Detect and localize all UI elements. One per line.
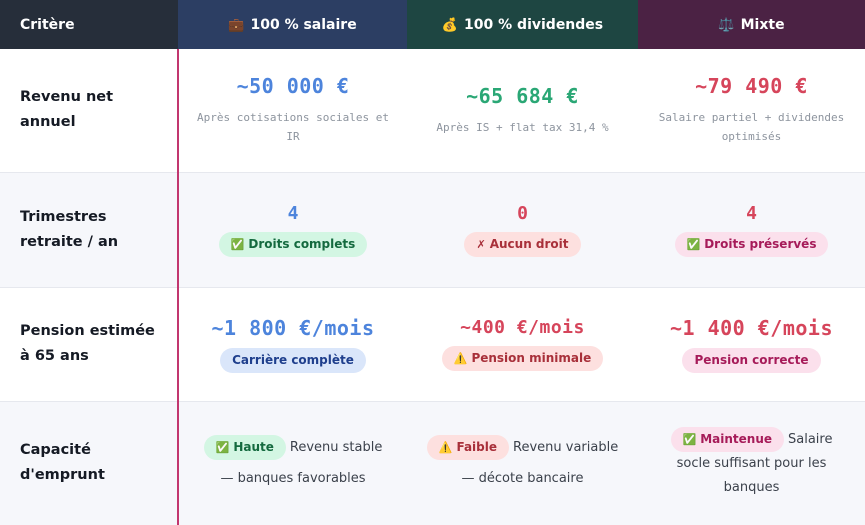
pension-salary-value: ~1 800 €/mois	[211, 315, 375, 340]
check-icon: ✅	[215, 441, 230, 455]
pension-mixed-value: ~1 400 €/mois	[669, 315, 834, 340]
badge-label: Droits préservés	[704, 236, 817, 251]
check-icon: ✅	[686, 237, 701, 251]
balance-scale-icon: ⚖️	[718, 17, 735, 33]
status-badge: Carrière complète	[220, 347, 366, 373]
badge-label: Droits complets	[248, 236, 356, 251]
cell-quarters-dividends: 0 ✗ Aucun droit	[407, 172, 638, 288]
pension-dividends-value: ~400 €/mois	[460, 317, 585, 338]
badge-label: Maintenue	[700, 431, 773, 446]
badge-label: Pension minimale	[471, 351, 592, 365]
status-badge: ✅ Droits préservés	[674, 231, 829, 257]
badge-label: Faible	[456, 440, 498, 455]
cell-pension-salary: ~1 800 €/mois Carrière complète	[178, 287, 407, 402]
cell-pension-dividends: ~400 €/mois ⚠️ Pension minimale	[407, 287, 638, 402]
row-borrowing-label: Capacité d'emprunt	[0, 401, 179, 525]
status-badge: ⚠️ Pension minimale	[441, 346, 604, 371]
borrowing-dividends-text1: Revenu variable	[513, 440, 619, 456]
status-badge: ✅ Haute	[203, 435, 286, 461]
income-dividends-value: ~65 684 €	[466, 83, 579, 108]
badge-label: Carrière complète	[232, 352, 354, 367]
borrowing-salary-text1: Revenu stable	[289, 440, 383, 456]
cell-income-salary: ~50 000 € Après cotisations sociales et …	[178, 49, 407, 173]
cell-borrowing-salary: ✅ Haute Revenu stable — banques favorables	[178, 401, 407, 525]
header-salary: 💼 100 % salaire	[178, 0, 407, 49]
header-row: Critère 💼 100 % salaire 💰 100 % dividendes…	[0, 0, 865, 49]
warning-icon: ⚠️	[453, 352, 468, 365]
header-dividends: 💰 100 % dividendes	[407, 0, 638, 49]
quarters-dividends-value: 0	[517, 202, 528, 224]
borrowing-mixed-text1: Salaire	[788, 431, 833, 447]
warning-icon: ⚠️	[438, 441, 453, 455]
status-badge: ✗ Aucun droit	[464, 231, 581, 257]
borrowing-dividends-text: ⚠️ Faible Revenu variable — décote bancair…	[421, 432, 624, 494]
borrowing-mixed-text3: banques	[723, 479, 780, 495]
status-badge: ✅ Maintenue	[670, 426, 785, 452]
cell-quarters-salary: 4 ✅ Droits complets	[178, 172, 407, 288]
borrowing-dividends-text2: — décote bancaire	[461, 471, 584, 487]
cell-borrowing-dividends: ⚠️ Faible Revenu variable — décote bancair…	[407, 401, 638, 525]
status-badge: ⚠️ Faible	[426, 435, 510, 461]
borrowing-salary-text: ✅ Haute Revenu stable — banques favorables	[193, 432, 393, 494]
header-mixed-label: Mixte	[740, 16, 785, 33]
income-salary-value: ~50 000 €	[236, 74, 350, 99]
header-criteria: Critère	[0, 0, 178, 49]
check-icon: ✅	[682, 432, 697, 446]
cell-quarters-mixed: 4 ✅ Droits préservés	[638, 172, 865, 288]
header-criteria-label: Critère	[20, 16, 75, 33]
status-badge: ✅ Droits complets	[218, 231, 368, 257]
income-salary-note: Après cotisations sociales et IR	[196, 111, 390, 144]
cell-pension-mixed: ~1 400 €/mois Pension correcte	[638, 287, 865, 402]
header-mixed: ⚖️ Mixte	[638, 0, 865, 49]
briefcase-icon: 💼	[228, 17, 245, 33]
check-icon: ✅	[230, 237, 245, 251]
comparison-table: Critère 💼 100 % salaire 💰 100 % dividendes…	[0, 0, 865, 525]
quarters-mixed-value: 4	[746, 202, 757, 224]
row-pension-label: Pension estimée à 65 ans	[0, 287, 179, 402]
cell-income-dividends: ~65 684 € Après IS + flat tax 31,4 %	[407, 49, 638, 173]
quarters-salary-value: 4	[287, 202, 299, 224]
header-dividends-label: 100 % dividendes	[464, 16, 604, 33]
badge-label: Aucun droit	[489, 236, 569, 251]
borrowing-mixed-text: ✅ Maintenue Salaire socle suffisant pour l…	[652, 426, 851, 500]
cell-income-mixed: ~79 490 € Salaire partiel + dividendes o…	[638, 49, 865, 173]
status-badge: Pension correcte	[682, 347, 821, 373]
income-mixed-note: Salaire partiel + dividendes optimisés	[658, 111, 845, 144]
borrowing-mixed-text2: socle suffisant pour les	[676, 455, 827, 471]
badge-label: Haute	[233, 440, 274, 455]
cross-icon: ✗	[476, 237, 486, 251]
income-mixed-value: ~79 490 €	[695, 74, 808, 99]
header-salary-label: 100 % salaire	[250, 16, 357, 33]
row-pension: Pension estimée à 65 ans ~1 800 €/mois C…	[0, 287, 865, 402]
row-quarters-label: Trimestres retraite / an	[0, 172, 179, 288]
money-bag-icon: 💰	[441, 17, 459, 33]
row-quarters: Trimestres retraite / an 4 ✅ Droits compl…	[0, 172, 865, 288]
borrowing-salary-text2: — banques favorables	[220, 471, 366, 487]
income-dividends-note: Après IS + flat tax 31,4 %	[436, 120, 609, 134]
row-income-label: Revenu net annuel	[0, 49, 179, 173]
row-income: Revenu net annuel ~50 000 € Après cotisa…	[0, 49, 865, 173]
badge-label: Pension correcte	[694, 352, 809, 367]
row-borrowing: Capacité d'emprunt ✅ Haute Revenu stable —…	[0, 401, 865, 525]
cell-borrowing-mixed: ✅ Maintenue Salaire socle suffisant pour l…	[638, 401, 865, 525]
